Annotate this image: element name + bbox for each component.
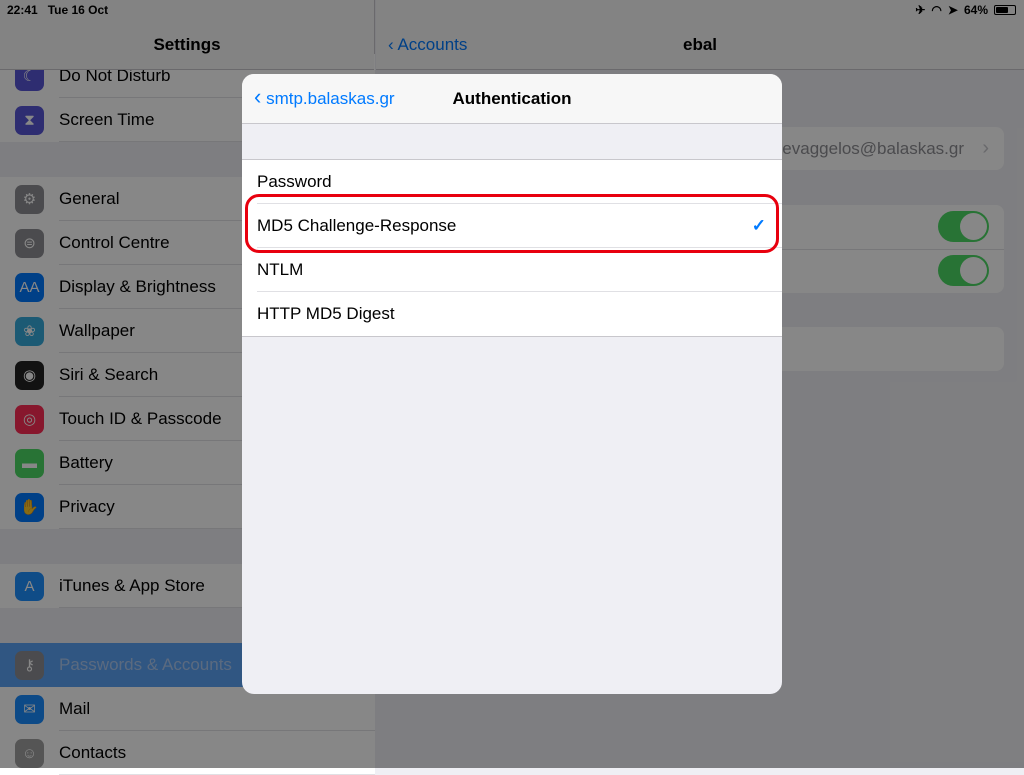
auth-option-label: Password: [257, 171, 332, 191]
modal-title: Authentication: [452, 89, 572, 108]
auth-option[interactable]: HTTP MD5 Digest: [257, 292, 782, 336]
authentication-modal: ‹ smtp.balaskas.gr Authentication Passwo…: [242, 74, 782, 694]
auth-option[interactable]: NTLM: [257, 248, 782, 292]
highlight-annotation: [245, 194, 779, 253]
auth-option-label: NTLM: [257, 259, 304, 279]
modal-nav-bar: ‹ smtp.balaskas.gr Authentication: [242, 74, 782, 124]
auth-option-label: HTTP MD5 Digest: [257, 304, 395, 323]
